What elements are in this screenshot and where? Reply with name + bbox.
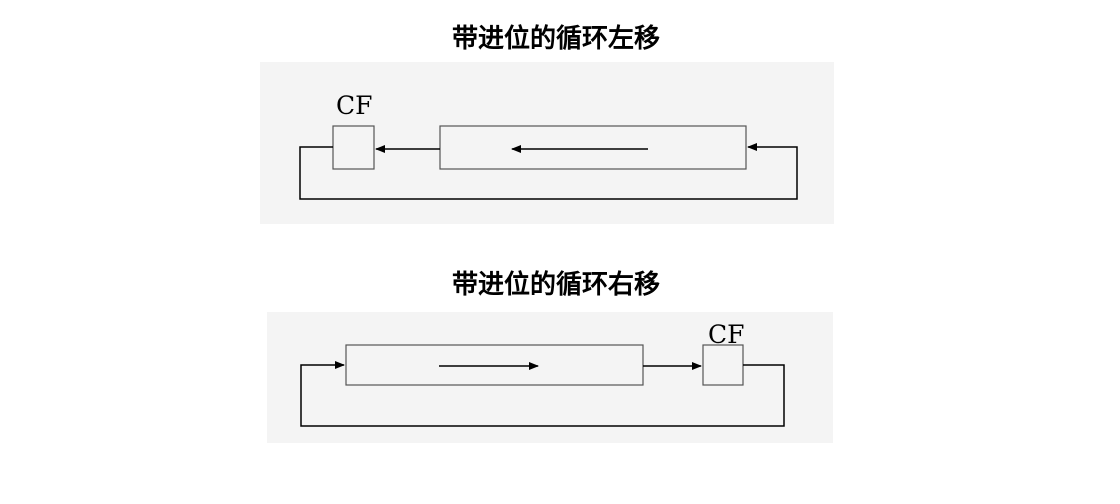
cf-label-left: CF [336, 91, 372, 120]
diagrams-canvas: CF CF [299, 91, 798, 427]
carry-flag-box-left [332, 125, 375, 170]
carry-flag-box-right [702, 344, 744, 386]
register-box-left [439, 125, 747, 170]
rotate-left-diagram: CF [299, 91, 798, 200]
register-box-right [345, 344, 644, 386]
rotate-right-diagram: CF [300, 320, 785, 427]
